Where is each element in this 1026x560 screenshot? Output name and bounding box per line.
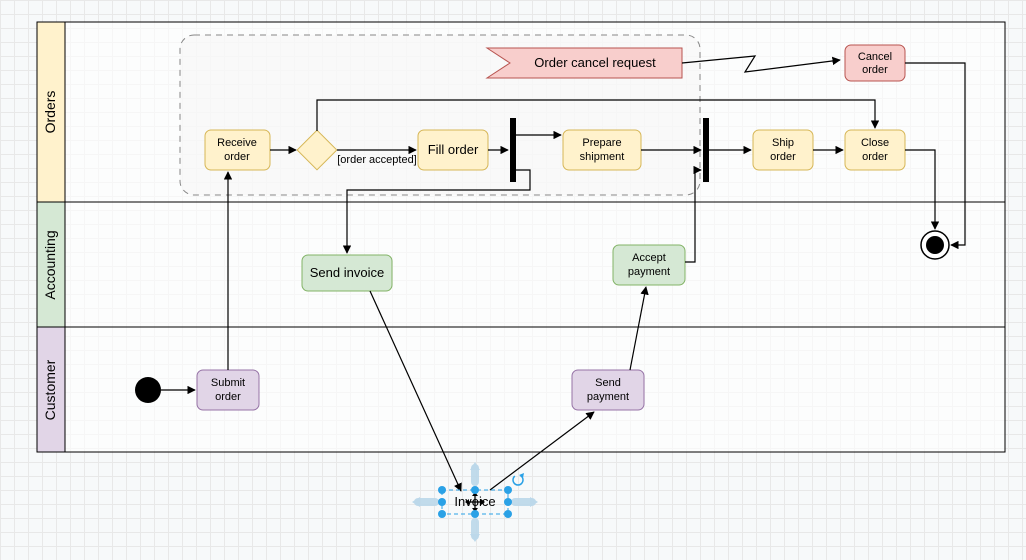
join-bar[interactable]: [703, 118, 709, 182]
activity-submit-order[interactable]: Submit order: [197, 370, 259, 410]
diagram-canvas[interactable]: Orders Accounting Customer Order cancel …: [0, 0, 1026, 560]
close-order-label-2: order: [862, 151, 888, 163]
rotate-handle-icon[interactable]: [513, 473, 524, 485]
final-node[interactable]: [921, 231, 949, 259]
activity-send-invoice[interactable]: Send invoice: [302, 255, 392, 291]
close-order-label-1: Close: [861, 137, 889, 149]
lane-accounting-label: Accounting: [42, 230, 58, 299]
fork-bar-1[interactable]: [510, 118, 516, 182]
cancel-order-label-2: order: [862, 64, 888, 76]
activity-cancel-order[interactable]: Cancel order: [845, 45, 905, 81]
selected-invoice-node[interactable]: Invoice: [412, 462, 538, 542]
lane-customer-label: Customer: [42, 359, 58, 420]
send-payment-label-1: Send: [595, 377, 621, 389]
activity-accept-payment[interactable]: Accept payment: [613, 245, 685, 285]
initial-node[interactable]: [135, 377, 161, 403]
activity-ship-order[interactable]: Ship order: [753, 130, 813, 170]
lane-orders-label: Orders: [42, 91, 58, 134]
receive-order-label-2: order: [224, 151, 250, 163]
prepare-shipment-label-1: Prepare: [582, 137, 621, 149]
receive-order-label-1: Receive: [217, 137, 257, 149]
prepare-shipment-label-2: shipment: [580, 151, 625, 163]
submit-order-label-1: Submit: [211, 377, 245, 389]
activity-close-order[interactable]: Close order: [845, 130, 905, 170]
submit-order-label-2: order: [215, 391, 241, 403]
ship-order-label-2: order: [770, 151, 796, 163]
cancel-order-label-1: Cancel: [858, 51, 892, 63]
fill-order-label: Fill order: [428, 142, 479, 157]
send-payment-label-2: payment: [587, 391, 629, 403]
activity-send-payment[interactable]: Send payment: [572, 370, 644, 410]
activity-prepare-shipment[interactable]: Prepare shipment: [563, 130, 641, 170]
guard-label: [order accepted]: [337, 154, 417, 166]
signal-order-cancel-request[interactable]: Order cancel request: [487, 48, 682, 78]
accept-payment-label-2: payment: [628, 266, 670, 278]
send-invoice-label: Send invoice: [310, 265, 384, 280]
activity-receive-order[interactable]: Receive order: [205, 130, 270, 170]
signal-label: Order cancel request: [534, 55, 656, 70]
accept-payment-label-1: Accept: [632, 252, 666, 264]
activity-fill-order[interactable]: Fill order: [418, 130, 488, 170]
ship-order-label-1: Ship: [772, 137, 794, 149]
